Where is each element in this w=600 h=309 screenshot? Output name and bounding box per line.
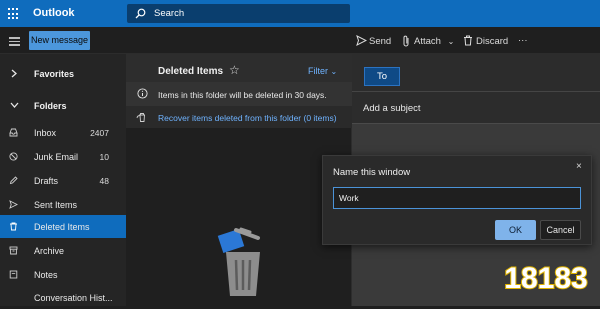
folders-label: Folders <box>34 101 67 111</box>
inbox-icon <box>9 128 18 137</box>
recover-items-text: Recover items deleted from this folder (… <box>158 113 337 123</box>
info-icon <box>137 88 148 99</box>
menu-icon[interactable] <box>9 37 20 48</box>
favorites-label: Favorites <box>34 69 75 79</box>
attach-label: Attach <box>414 36 441 47</box>
folder-title: Deleted Items <box>158 66 224 77</box>
sidebar-item-label: Drafts <box>34 176 59 186</box>
chevron-down-icon[interactable]: ⌄ <box>448 37 455 46</box>
unread-count: 2407 <box>90 128 109 138</box>
trash-icon <box>464 35 472 46</box>
sidebar-item-label: Deleted Items <box>34 222 90 232</box>
app-launcher-icon[interactable] <box>8 8 20 20</box>
retention-notice-text: Items in this folder will be deleted in … <box>158 90 327 100</box>
filter-button[interactable]: Filter ⌄ <box>308 66 337 76</box>
filter-label: Filter <box>308 66 328 76</box>
sidebar-item-label: Conversation Hist... <box>34 293 113 303</box>
sidebar-item-label: Junk Email <box>34 152 79 162</box>
empty-trash-illustration <box>217 227 260 296</box>
watermark-logo: 18183 <box>503 261 588 296</box>
more-options-button[interactable]: ··· <box>518 35 528 46</box>
sidebar-item-junk-email[interactable]: Junk Email 10 <box>0 145 126 168</box>
notes-icon <box>9 270 18 279</box>
recover-items-link[interactable]: Recover items deleted from this folder (… <box>126 106 352 128</box>
discard-label: Discard <box>476 36 509 47</box>
app-title: Outlook <box>33 7 75 19</box>
divider <box>352 123 600 124</box>
sidebar-item-label: Archive <box>34 246 65 256</box>
sidebar-item-deleted-items[interactable]: Deleted Items <box>0 215 126 238</box>
sidebar-item-label: Inbox <box>34 128 57 138</box>
dialog-title: Name this window <box>333 167 411 178</box>
sidebar-item-archive[interactable]: Archive <box>0 239 126 262</box>
svg-text:18183: 18183 <box>504 262 587 295</box>
ok-button[interactable]: OK <box>495 220 536 240</box>
to-button[interactable]: To <box>364 67 400 86</box>
cancel-button[interactable]: Cancel <box>540 220 581 240</box>
close-icon[interactable]: × <box>576 161 582 172</box>
list-header: Deleted Items ☆ Filter ⌄ <box>126 54 352 82</box>
favorites-header[interactable]: Favorites <box>0 64 126 84</box>
pencil-icon <box>9 176 18 185</box>
sidebar-item-label: Notes <box>34 270 58 280</box>
message-list-pane: Deleted Items ☆ Filter ⌄ Items in this f… <box>126 54 352 306</box>
retention-notice: Items in this folder will be deleted in … <box>126 82 352 106</box>
paperclip-icon <box>403 35 409 47</box>
trash-icon <box>10 222 17 231</box>
compose-header: To Add a subject <box>352 54 600 123</box>
search-icon <box>135 8 146 19</box>
chevron-down-icon: ⌄ <box>330 67 338 76</box>
send-button[interactable]: Send <box>356 35 392 47</box>
search-box[interactable]: Search <box>127 4 350 23</box>
sidebar-item-sent-items[interactable]: Sent Items <box>0 193 126 216</box>
chevron-right-icon <box>11 69 17 78</box>
chevron-down-icon <box>10 102 19 108</box>
sidebar-item-drafts[interactable]: Drafts 48 <box>0 169 126 192</box>
new-message-button[interactable]: New message <box>29 31 90 50</box>
unread-count: 48 <box>99 176 109 186</box>
folder-pane: Favorites Folders Inbox 2407 Junk Email … <box>0 54 126 306</box>
unread-count: 10 <box>99 152 109 162</box>
send-icon <box>9 200 18 209</box>
window-name-input[interactable] <box>333 187 581 209</box>
search-placeholder: Search <box>154 8 185 19</box>
subject-field[interactable]: Add a subject <box>363 103 421 114</box>
recover-icon <box>136 113 145 122</box>
sidebar-item-inbox[interactable]: Inbox 2407 <box>0 121 126 144</box>
send-icon <box>356 35 367 46</box>
star-icon[interactable]: ☆ <box>229 63 240 77</box>
attach-button[interactable]: Attach ⌄ <box>403 35 455 47</box>
name-window-dialog: Name this window × OK Cancel <box>322 155 592 245</box>
discard-button[interactable]: Discard <box>464 35 509 47</box>
folders-header[interactable]: Folders <box>0 96 126 116</box>
junk-icon <box>9 152 18 161</box>
top-bar: Outlook Search <box>0 0 600 27</box>
divider <box>352 91 600 92</box>
send-label: Send <box>369 36 392 47</box>
sidebar-item-label: Sent Items <box>34 200 78 210</box>
command-bar: New message Send Attach ⌄ Discard ··· <box>0 27 600 54</box>
sidebar-item-notes[interactable]: Notes <box>0 263 126 286</box>
archive-icon <box>9 246 18 255</box>
